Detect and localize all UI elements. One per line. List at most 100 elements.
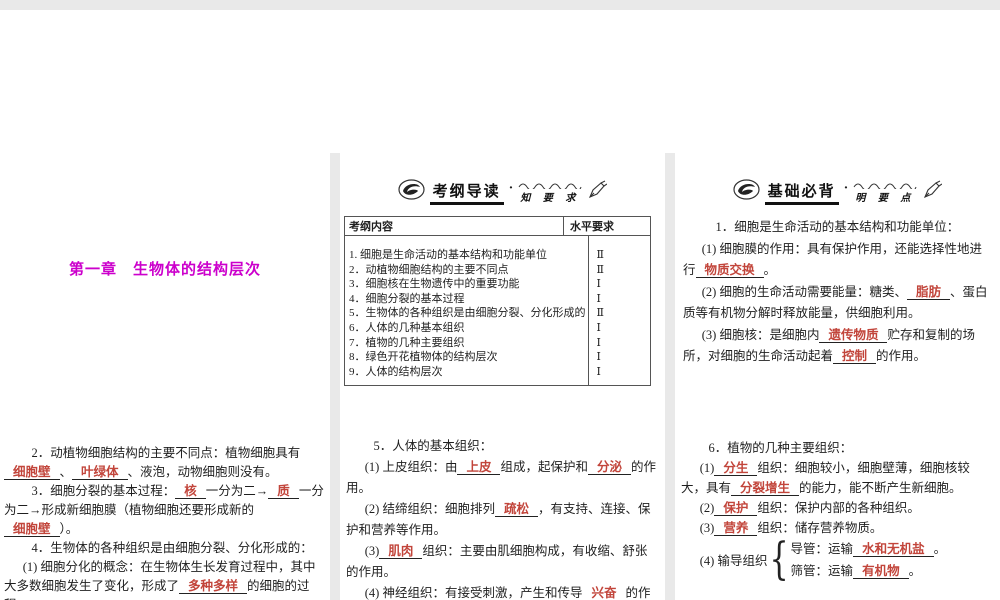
paragraph: 4．生物体的各种组织是由细胞分裂、分化形成的：: [4, 539, 324, 558]
text-segment: (1): [699, 461, 715, 475]
outline-header-script-words: 知 要 求: [520, 192, 581, 204]
outline-header-script: 知 要 求: [518, 181, 582, 204]
table-header-row: 考纲内容 水平要求: [345, 217, 650, 236]
text-segment: (3): [699, 521, 715, 535]
table-row-level: Ⅰ: [596, 351, 601, 364]
answer-blank: 保护: [714, 501, 758, 516]
basics-header-script-words: 明 要 点: [855, 192, 916, 204]
swirl-icon: [733, 179, 760, 205]
text-segment: (4) 输导组织: [699, 553, 768, 568]
answer-blank: 肌肉: [379, 544, 423, 559]
answer-blank: 有机物: [853, 564, 909, 579]
notes-left-panel: 2．动植物细胞结构的主要不同点：植物细胞具有细胞壁、叶绿体 、液泡，动物细胞则没有…: [0, 408, 330, 600]
paragraph: (2) 细胞的生命活动需要能量：糖类、 脂肪 、蛋白质等有机物分解时释放能量，供细胞…: [683, 282, 990, 325]
basics-paragraphs: 1．细胞是生命活动的基本结构和功能单位： (1) 细胞膜的作用：具有保护作用，还…: [675, 208, 1000, 368]
table-row-content: 5．生物体的各种组织是由细胞分裂、分化形成的: [349, 307, 586, 320]
text-segment: 4．生物体的各种组织是由细胞分裂、分化形成的：: [31, 541, 313, 555]
text-segment: 组织：储存营养物质。: [757, 521, 883, 535]
text-segment: (4) 神经组织：有接受刺激，产生和传导: [364, 586, 583, 600]
table-row-level: Ⅰ: [596, 365, 601, 378]
paragraph: 5．人体的基本组织：: [346, 436, 657, 457]
paragraph: (3) 肌肉 组织：主要由肌细胞构成，有收缩、舒张的作用。: [346, 541, 657, 583]
text-segment: 5．人体的基本组织：: [373, 439, 493, 453]
horizontal-divider: [0, 0, 1000, 10]
answer-blank: 多种多样: [179, 579, 248, 594]
answer-blank: 分生: [714, 461, 758, 476]
brace-icon: {: [769, 534, 789, 586]
answer-blank: 核: [175, 484, 206, 499]
answer-blank: 质: [268, 484, 299, 499]
answer-blank: 营养: [714, 521, 758, 536]
paragraph: (2) 结缔组织：细胞排列 疏松 ，有支持、连接、保护和营养等作用。: [346, 499, 657, 541]
text-segment: 的作用。: [876, 349, 927, 363]
table-level-column: Ⅱ Ⅱ Ⅰ Ⅰ Ⅱ Ⅰ Ⅰ Ⅰ Ⅰ: [587, 236, 651, 386]
outline-table: 考纲内容 水平要求 1. 细胞是生命活动的基本结构和功能单位 2．动植物细胞结构…: [344, 216, 651, 387]
text-segment: 1．细胞是生命活动的基本结构和功能单位：: [715, 220, 960, 234]
text-segment: 2．动植物细胞结构的主要不同点：植物细胞具有: [31, 446, 301, 460]
header-dot: ·: [843, 181, 849, 196]
chapter-title: 第一章 生物体的结构层次: [68, 261, 261, 278]
text-segment: 3．细胞分裂的基本过程：: [31, 484, 176, 498]
basics-panel: 基础必背 · 明 要 点 1．细胞是生命活动的基本结构和功能单位： (1) 细胞…: [675, 163, 1000, 398]
text-segment: (3): [364, 544, 380, 558]
text-segment: 导管：运输: [790, 542, 854, 556]
table-row-level: Ⅰ: [596, 292, 601, 305]
paragraph: 导管：运输 水和无机盐。: [790, 540, 946, 559]
header-dot: ·: [508, 181, 514, 196]
paragraph: 3．细胞分裂的基本过程：核一分为二→ 质一分为二→形成新细胞膜（植物细胞还要形成新…: [4, 482, 324, 539]
conducting-tissue-lines: 导管：运输 水和无机盐。 筛管：运输 有机物。: [790, 540, 947, 581]
notes-right-panel: 6．植物的几种主要组织： (1) 分生 组织：细胞较小，细胞壁薄，细胞核较大，具有分…: [675, 408, 1000, 600]
table-row-level: Ⅰ: [596, 321, 601, 334]
outline-header: 考纲导读 · 知 要 求: [340, 163, 665, 208]
outline-panel: 考纲导读 · 知 要 求 考纲内容 水平要求 1. 细胞是生命活动的基本结构和功…: [340, 163, 665, 398]
squiggle-decoration: [853, 183, 917, 189]
answer-blank: 细胞壁: [4, 465, 60, 480]
paragraph: 6．植物的几种主要组织：: [681, 438, 992, 458]
text-segment: 一分为二→: [205, 484, 269, 498]
notes-left-paragraphs: 2．动植物细胞结构的主要不同点：植物细胞具有细胞壁、叶绿体 、液泡，动物细胞则没有…: [0, 408, 330, 600]
table-row-content: 4．细胞分裂的基本过程: [349, 292, 465, 305]
text-segment: 组织：保护内部的各种组织。: [757, 501, 920, 515]
answer-blank: 上皮: [457, 460, 501, 475]
text-segment: 。: [908, 564, 922, 578]
answer-blank: 物质交换: [695, 263, 764, 278]
answer-blank: 脂肪: [906, 284, 950, 300]
answer-blank: 叶绿体: [72, 465, 128, 480]
paragraph: (2) 保护 组织：保护内部的各种组织。: [681, 498, 992, 518]
table-row-content: 7．植物的几种主要组织: [349, 336, 465, 349]
paragraph: (3) 营养 组织：储存营养物质。: [681, 518, 992, 538]
paragraph: 筛管：运输 有机物。: [791, 562, 947, 581]
swirl-icon: [398, 179, 425, 205]
table-content-column: 1. 细胞是生命活动的基本结构和功能单位 2．动植物细胞结构的主要不同点 3．细…: [345, 236, 588, 385]
outline-header-title: 考纲导读: [429, 180, 504, 205]
text-segment: 组成，起保护和: [500, 460, 588, 474]
answer-blank: 疏松: [494, 502, 538, 517]
squiggle-decoration: [518, 183, 582, 189]
table-row-content: 3．细胞核在生物遗传中的重要功能: [349, 278, 520, 291]
text-segment: 、液泡，动物细胞则没有。: [127, 465, 278, 479]
vertical-divider: [665, 153, 675, 600]
answer-blank: 分泌: [587, 460, 631, 475]
text-segment: (2) 细胞的生命活动需要能量：糖类、: [701, 284, 907, 299]
notes-middle-panel: 5．人体的基本组织： (1) 上皮组织：由 上皮 组成，起保护和 分泌 的作用。 (2)…: [340, 408, 665, 600]
paragraph: (1) 细胞分化的概念：在生物体生长发育过程中，其中大多数细胞发生了变化，形成了…: [4, 558, 324, 600]
text-segment: 、: [59, 465, 73, 479]
table-row-level: Ⅱ: [596, 263, 604, 276]
paragraph: 1．细胞是生命活动的基本结构和功能单位：: [683, 217, 990, 239]
text-segment: 的能力，能不断产生新细胞。: [799, 481, 962, 495]
table-row-level: Ⅱ: [596, 249, 604, 261]
paragraph: (4) 输导组织: [681, 551, 768, 571]
table-row-content: 1. 细胞是生命活动的基本结构和功能单位: [349, 249, 547, 261]
pen-icon: [922, 180, 943, 205]
table-row-content: 6．人体的几种基本组织: [349, 321, 465, 334]
pen-icon: [587, 180, 608, 205]
answer-blank: 遗传物质: [819, 327, 888, 343]
table-col-header-level: 水平要求: [563, 217, 650, 235]
text-segment: (2): [699, 501, 715, 515]
notes-middle-paragraphs: 5．人体的基本组织： (1) 上皮组织：由 上皮 组成，起保护和 分泌 的作用。 (2)…: [340, 408, 665, 600]
answer-blank: 分裂增生: [731, 481, 800, 496]
answer-blank: 水和无机盐: [853, 542, 934, 557]
table-row-level: Ⅱ: [596, 307, 604, 320]
table-row-content: 9．人体的结构层次: [349, 365, 443, 378]
paragraph: 2．动植物细胞结构的主要不同点：植物细胞具有细胞壁、叶绿体 、液泡，动物细胞则没有…: [4, 444, 324, 482]
